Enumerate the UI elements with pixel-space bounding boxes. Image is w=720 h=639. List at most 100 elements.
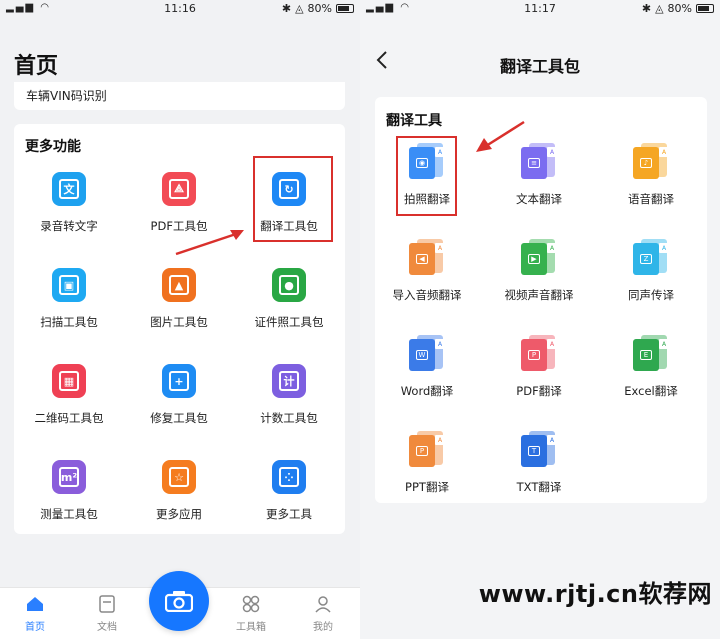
translate-item-label: 视频声音翻译 — [504, 288, 574, 302]
tool-item-measure[interactable]: m² 测量工具包 — [14, 454, 124, 550]
more-tools-icon: ⁘ — [272, 460, 306, 494]
translate-item-voice-translate[interactable]: ♪ A 语音翻译 — [599, 137, 703, 233]
audio-import-icon: ◀ A — [407, 237, 447, 277]
txt-icon: TA — [519, 429, 559, 469]
pdf-icon: ⟁ — [162, 172, 196, 206]
profile-icon — [313, 594, 333, 614]
doc-symbol: T — [528, 446, 540, 456]
translate-item-pdf-translate[interactable]: P A PDF翻译 — [479, 329, 599, 425]
language-tag-icon: A — [659, 339, 669, 349]
repair-icon: + — [162, 364, 196, 398]
translate-item-label: TXT翻译 — [516, 480, 562, 494]
doc-symbol: ▶ — [528, 254, 540, 264]
tool-glyph: ● — [279, 275, 299, 295]
tool-item-repair[interactable]: + 修复工具包 — [124, 358, 234, 454]
doc-front-sheet: T — [521, 435, 547, 467]
vin-recognition-item[interactable]: 车辆VIN码识别 — [14, 82, 345, 110]
tool-glyph: + — [169, 371, 189, 391]
tool-label: 测量工具包 — [40, 507, 98, 521]
tab-profile-label: 我的 — [313, 622, 333, 633]
doc-symbol: ♪ — [640, 158, 652, 168]
simultaneous-icon: ZA — [631, 237, 671, 277]
tool-glyph: ☆ — [169, 467, 189, 487]
tool-label: 更多应用 — [156, 507, 202, 521]
tool-label: 计数工具包 — [260, 411, 318, 425]
tool-item-count[interactable]: 计计数工具包 — [234, 358, 344, 454]
translate-item-audio-import[interactable]: ◀ A 导入音频翻译 — [375, 233, 479, 329]
tool-label: 录音转文字 — [40, 219, 98, 233]
tool-glyph: ▣ — [59, 275, 79, 295]
translate-tools-card: 翻译工具 ◉ A 拍照翻译 ≡ A 文本翻译 ♪ A 语音翻译 ◀ A 导入音频翻译 ▶ A 视频声音翻译 Z… — [375, 97, 707, 503]
language-tag-icon: A — [547, 243, 557, 253]
excel-icon: EA — [631, 333, 671, 373]
camera-button[interactable] — [149, 571, 209, 631]
video-audio-icon: ▶ A — [519, 237, 559, 277]
tool-item-more-apps[interactable]: ☆ 更多应用 — [124, 454, 234, 550]
ppt-icon: PA — [407, 429, 447, 469]
tool-glyph: ⟁ — [169, 179, 189, 199]
tool-item-more-tools[interactable]: ⁘ 更多工具 — [234, 454, 344, 550]
translate-item-label: 同声传译 — [628, 288, 674, 302]
arrow-annotation-right — [476, 120, 525, 152]
translate-item-txt[interactable]: T A TXT翻译 — [479, 425, 599, 521]
battery-icon — [336, 4, 354, 13]
vin-recognition-label: 车辆VIN码识别 — [26, 89, 107, 103]
translate-item-video-audio[interactable]: ▶ A 视频声音翻译 — [479, 233, 599, 329]
tool-item-qrcode[interactable]: ▦ 二维码工具包 — [14, 358, 124, 454]
document-icon — [97, 594, 117, 614]
doc-symbol: P — [528, 350, 540, 360]
battery-icon — [696, 4, 714, 13]
tool-item-scan[interactable]: ▣ 扫描工具包 — [14, 262, 124, 358]
id-photo-icon: ● — [272, 268, 306, 302]
doc-front-sheet: Z — [633, 243, 659, 275]
more-apps-icon: ☆ — [162, 460, 196, 494]
translate-item-excel[interactable]: E A Excel翻译 — [599, 329, 703, 425]
translate-item-label: Excel翻译 — [624, 384, 678, 398]
doc-front-sheet: ◀ — [409, 243, 435, 275]
language-tag-icon: A — [435, 243, 445, 253]
speech-to-text-icon: 文 — [52, 172, 86, 206]
tab-documents[interactable]: 文档 — [82, 594, 132, 633]
translate-item-label: 语音翻译 — [628, 192, 674, 206]
translate-item-label: PPT翻译 — [405, 480, 449, 494]
tool-label: 图片工具包 — [150, 315, 208, 329]
tab-home[interactable]: 首页 — [10, 594, 60, 633]
watermark-text: www.rjtj.cn软荐网 — [478, 580, 712, 608]
tab-documents-label: 文档 — [97, 622, 117, 633]
count-icon: 计 — [272, 364, 306, 398]
tab-profile[interactable]: 我的 — [298, 594, 348, 633]
image-icon: ▲ — [162, 268, 196, 302]
tool-item-speech-to-text[interactable]: 文录音转文字 — [14, 166, 124, 262]
doc-symbol: W — [416, 350, 428, 360]
arrow-annotation — [175, 230, 244, 256]
translate-item-ppt[interactable]: P A PPT翻译 — [375, 425, 479, 521]
tab-home-label: 首页 — [25, 622, 45, 633]
tool-glyph: 计 — [279, 371, 299, 391]
tool-label: 扫描工具包 — [40, 315, 98, 329]
qrcode-icon: ▦ — [52, 364, 86, 398]
tool-glyph: 文 — [59, 179, 79, 199]
home-icon — [25, 594, 45, 614]
voice-translate-icon: ♪ A — [631, 141, 671, 181]
doc-symbol: ◀ — [416, 254, 428, 264]
translate-item-word[interactable]: W A Word翻译 — [375, 329, 479, 425]
tool-glyph: ⁘ — [279, 467, 299, 487]
language-tag-icon: A — [547, 339, 557, 349]
word-icon: WA — [407, 333, 447, 373]
doc-front-sheet: P — [521, 339, 547, 371]
tool-item-image[interactable]: ▲ 图片工具包 — [124, 262, 234, 358]
tab-toolbox-label: 工具箱 — [236, 622, 266, 633]
status-bar: ▂▄▆ ◠ 11:17 ✱ ◬ 80% — [360, 0, 720, 18]
tool-item-id-photo[interactable]: ● 证件照工具包 — [234, 262, 344, 358]
more-features-card: 更多功能 文录音转文字 ⟁ PDF工具包 ↻ 翻译工具包 ▣ 扫描工具包 ▲ 图片工具包 ● 证件照… — [14, 124, 345, 534]
doc-front-sheet: ♪ — [633, 147, 659, 179]
highlight-box — [396, 136, 457, 216]
translate-item-label: Word翻译 — [400, 384, 454, 398]
camera-icon — [165, 591, 193, 612]
doc-front-sheet: P — [409, 435, 435, 467]
translate-item-simultaneous[interactable]: Z A 同声传译 — [599, 233, 703, 329]
tool-label: 更多工具 — [266, 507, 312, 521]
language-tag-icon: A — [659, 243, 669, 253]
tool-label: 修复工具包 — [150, 411, 208, 425]
tab-toolbox[interactable]: 工具箱 — [226, 594, 276, 633]
